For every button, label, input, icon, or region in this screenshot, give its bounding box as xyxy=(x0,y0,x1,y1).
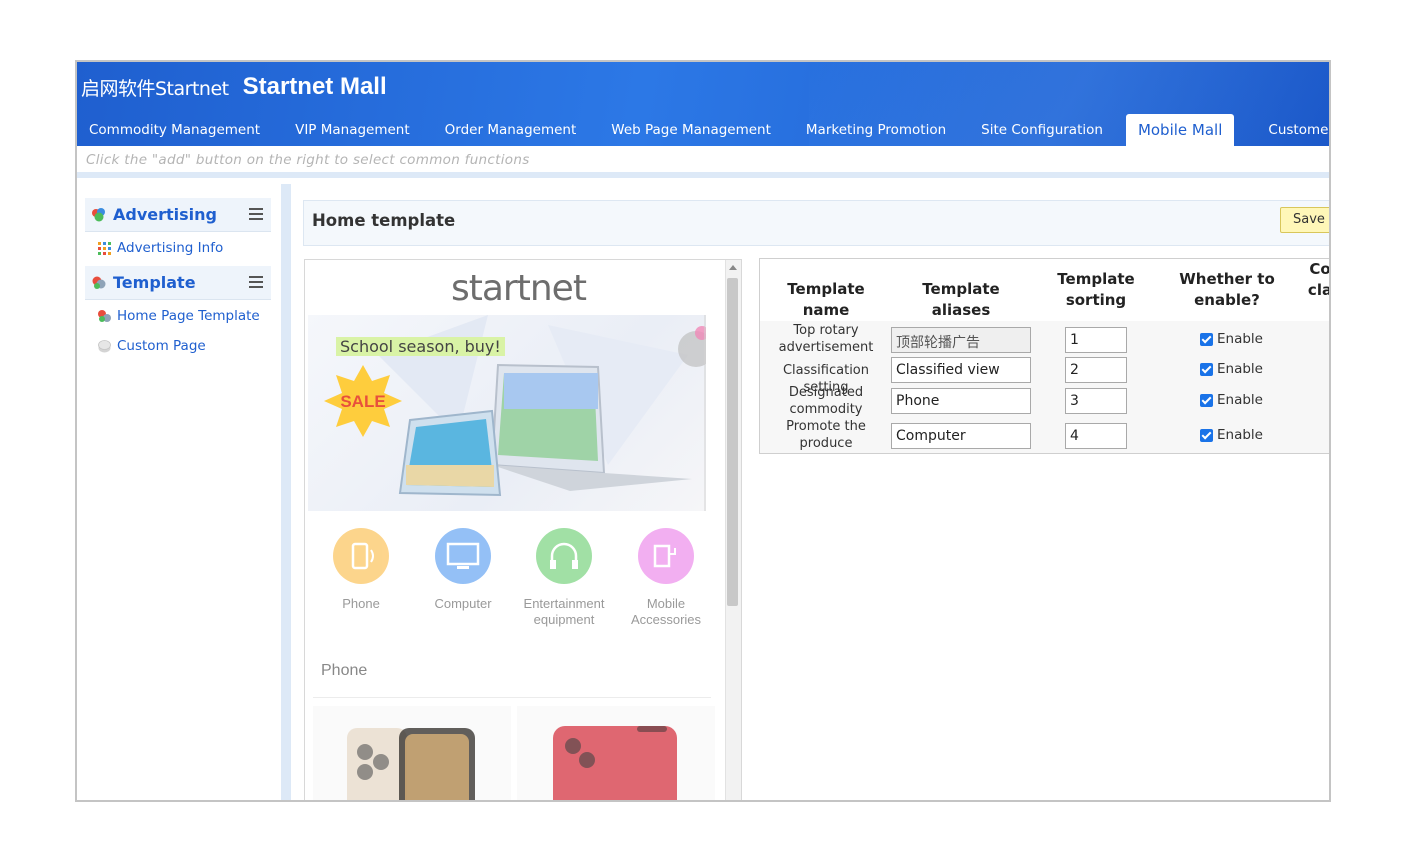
category-computer[interactable]: Computer xyxy=(418,528,508,612)
logo-text: 启网软件Startnet xyxy=(81,77,229,100)
nav-commodity-management[interactable]: Commodity Management xyxy=(77,114,260,146)
cell-template-name: Designated commodity xyxy=(788,385,864,417)
product-card[interactable] xyxy=(313,706,511,800)
sidebar-item-custom-page[interactable]: Custom Page xyxy=(97,338,206,354)
brand-logo: startnet xyxy=(451,268,587,309)
template-icon xyxy=(92,276,106,289)
sidebar-group-advertising[interactable]: Advertising xyxy=(85,198,271,232)
promo-banner[interactable]: SALE School season, buy! xyxy=(308,315,706,511)
app-window: 启网软件Startnet Startnet Mall Commodity Man… xyxy=(75,60,1331,802)
enable-checkbox[interactable]: Enable xyxy=(1200,331,1263,347)
phone-product-image xyxy=(553,726,677,800)
column-header-enable: Whether to enable? xyxy=(1179,270,1275,309)
enable-label: Enable xyxy=(1217,392,1263,408)
checkbox-checked-icon[interactable] xyxy=(1200,332,1213,346)
sidebar-group-label: Advertising xyxy=(113,205,217,224)
collapse-menu-icon[interactable] xyxy=(249,276,263,288)
nav-marketing-promotion[interactable]: Marketing Promotion xyxy=(794,114,946,146)
category-entertainment[interactable]: Entertainment equipment xyxy=(519,528,609,628)
category-label: Mobile Accessories xyxy=(630,596,702,627)
site-title: Startnet Mall xyxy=(242,73,387,100)
collapse-menu-icon[interactable] xyxy=(249,208,263,220)
banner-slogan: School season, buy! xyxy=(336,337,505,356)
enable-label: Enable xyxy=(1217,361,1263,377)
category-phone[interactable]: Phone xyxy=(316,528,406,612)
enable-label: Enable xyxy=(1217,427,1263,443)
headphones-icon xyxy=(536,528,592,584)
phone-icon xyxy=(333,528,389,584)
logo: 启网软件Startnet Startnet Mall xyxy=(81,70,387,104)
enable-checkbox[interactable]: Enable xyxy=(1200,392,1263,408)
product-card[interactable] xyxy=(517,706,715,800)
sidebar: Advertising Advertising Info Template Ho… xyxy=(77,184,281,800)
nav-vip-management[interactable]: VIP Management xyxy=(283,114,410,146)
section-divider xyxy=(313,697,711,698)
column-header-template-name: Template name xyxy=(787,280,865,319)
charger-icon xyxy=(638,528,694,584)
hint-text: Click the "add" button on the right to s… xyxy=(86,152,530,168)
table-body: Top rotary advertisement 顶部轮播广告 1 Enable… xyxy=(760,321,1329,453)
nav-site-configuration[interactable]: Site Configuration xyxy=(969,114,1103,146)
nav-order-management[interactable]: Order Management xyxy=(433,114,577,146)
header-bar: 启网软件Startnet Startnet Mall Commodity Man… xyxy=(77,62,1329,146)
table-header: Template name Template aliases Template … xyxy=(760,259,1331,321)
sidebar-group-label: Template xyxy=(113,273,196,292)
sidebar-item-label: Home Page Template xyxy=(117,308,260,324)
category-label: Computer xyxy=(434,596,492,611)
page-title: Home template xyxy=(312,211,456,230)
sidebar-group-template[interactable]: Template xyxy=(85,266,271,300)
nav-web-page-management[interactable]: Web Page Management xyxy=(599,114,771,146)
sale-text: SALE xyxy=(340,392,385,411)
category-row: Phone Computer Entertainment equipment M… xyxy=(305,528,715,638)
main-header: Home template Save xyxy=(303,200,1329,246)
checkbox-checked-icon[interactable] xyxy=(1200,428,1213,442)
sort-input[interactable]: 2 xyxy=(1065,357,1127,383)
enable-checkbox[interactable]: Enable xyxy=(1200,427,1263,443)
nav-mobile-mall[interactable]: Mobile Mall xyxy=(1125,114,1235,146)
save-button[interactable]: Save xyxy=(1280,207,1329,233)
template-icon xyxy=(98,309,111,322)
sort-input[interactable]: 4 xyxy=(1065,423,1127,449)
enable-checkbox[interactable]: Enable xyxy=(1200,361,1263,377)
nav-customer-service[interactable]: Customer Service xyxy=(1256,114,1329,146)
enable-label: Enable xyxy=(1217,331,1263,347)
column-header-template-aliases: Template aliases xyxy=(922,280,1000,319)
sidebar-item-home-page-template[interactable]: Home Page Template xyxy=(97,308,260,324)
grid-dots-icon xyxy=(98,241,111,255)
computer-icon xyxy=(435,528,491,584)
category-mobile-accessories[interactable]: Mobile Accessories xyxy=(621,528,711,628)
sidebar-item-label: Advertising Info xyxy=(117,240,224,256)
sort-input[interactable]: 3 xyxy=(1065,388,1127,414)
cell-template-name: Top rotary advertisement xyxy=(778,323,874,355)
category-label: Entertainment equipment xyxy=(523,596,605,627)
scroll-up-icon[interactable] xyxy=(729,265,737,270)
alias-input[interactable]: Computer xyxy=(891,423,1031,449)
sidebar-item-label: Custom Page xyxy=(117,338,206,354)
template-table: Template name Template aliases Template … xyxy=(759,258,1331,454)
scroll-thumb[interactable] xyxy=(727,278,738,606)
advertising-icon xyxy=(92,208,105,222)
checkbox-checked-icon[interactable] xyxy=(1200,393,1213,407)
main-nav: Commodity Management VIP Management Orde… xyxy=(77,114,1329,146)
phone-product-image xyxy=(347,728,475,800)
alias-input[interactable]: 顶部轮播广告 xyxy=(891,327,1031,353)
checkbox-checked-icon[interactable] xyxy=(1200,362,1213,376)
category-label: Phone xyxy=(342,596,380,611)
sidebar-divider xyxy=(281,184,291,800)
preview-scrollbar[interactable] xyxy=(725,260,741,800)
sidebar-item-advertising-info[interactable]: Advertising Info xyxy=(97,240,223,256)
cell-template-name: Promote the produce xyxy=(786,419,866,451)
mobile-preview: startnet SALE School season, buy! Phone … xyxy=(304,259,742,800)
hint-bar: Click the "add" button on the right to s… xyxy=(77,146,1329,178)
alias-input[interactable]: Phone xyxy=(891,388,1031,414)
alias-input[interactable]: Classified view xyxy=(891,357,1031,383)
column-header-truncated: Co cla xyxy=(1307,260,1331,299)
sort-input[interactable]: 1 xyxy=(1065,327,1127,353)
section-title: Phone xyxy=(321,662,368,679)
page-icon xyxy=(98,339,111,352)
column-header-template-sorting: Template sorting xyxy=(1057,270,1135,309)
